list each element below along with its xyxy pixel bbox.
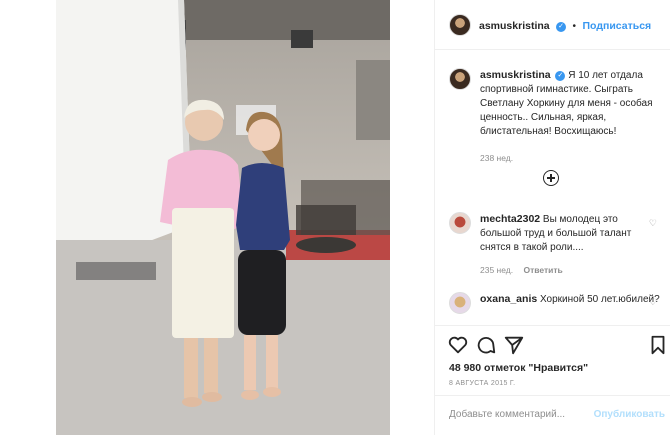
comment-item: mechta2302 Вы молодец это большой труд и…: [449, 212, 664, 275]
comment-username[interactable]: mechta2302: [480, 213, 540, 225]
comment-item: oxana_anis Хоркиной 50 лет.юбилей?: [449, 292, 664, 314]
comment-icon[interactable]: [475, 334, 497, 356]
author-avatar[interactable]: [449, 13, 471, 36]
post-header: asmuskristina ✓ • Подписаться: [435, 0, 670, 50]
follow-button[interactable]: Подписаться: [583, 20, 652, 32]
caption: asmuskristina ✓ Я 10 лет отдала спортивн…: [449, 68, 664, 163]
bookmark-icon[interactable]: [647, 334, 669, 356]
comment-meta: 235 нед. Ответить: [480, 265, 660, 275]
comment-username[interactable]: oxana_anis: [480, 293, 537, 305]
reply-button[interactable]: Ответить: [523, 265, 562, 275]
comment-avatar[interactable]: [449, 212, 471, 234]
post-date: 8 АВГУСТА 2015 Г.: [449, 380, 516, 387]
action-bar: [435, 325, 670, 366]
caption-username[interactable]: asmuskristina: [480, 69, 551, 81]
caption-text: asmuskristina ✓ Я 10 лет отдала спортивн…: [480, 68, 664, 139]
post-panel: asmuskristina ✓ • Подписаться asmuskrist…: [434, 0, 670, 435]
separator-dot: •: [572, 20, 577, 32]
publish-button[interactable]: Опубликовать: [594, 409, 665, 420]
verified-icon: ✓: [555, 71, 566, 81]
photo-illustration: [56, 0, 390, 435]
likes-count[interactable]: 48 980 отметок "Нравится": [449, 362, 588, 374]
caption-avatar[interactable]: [449, 68, 471, 90]
heart-icon[interactable]: [447, 334, 469, 356]
comment-text: mechta2302 Вы молодец это большой труд и…: [480, 212, 660, 255]
author-username[interactable]: asmuskristina: [479, 20, 550, 32]
post-photo[interactable]: [56, 0, 390, 435]
add-comment-bar: Добавьте комментарий... Опубликовать: [435, 395, 670, 436]
comment-avatar[interactable]: [449, 292, 471, 314]
verified-icon: ✓: [556, 21, 567, 32]
comment-text: oxana_anis Хоркиной 50 лет.юбилей?: [480, 292, 660, 314]
share-icon[interactable]: [503, 334, 525, 356]
comment-like-icon[interactable]: ♡: [649, 297, 657, 308]
comment-age: 235 нед.: [480, 265, 514, 275]
add-comments-icon[interactable]: [543, 170, 559, 186]
comment-input[interactable]: Добавьте комментарий...: [449, 409, 565, 420]
caption-age: 238 нед.: [480, 153, 514, 163]
comment-body: Хоркиной 50 лет.юбилей?: [539, 294, 660, 305]
comment-like-icon[interactable]: ♡: [649, 218, 657, 229]
